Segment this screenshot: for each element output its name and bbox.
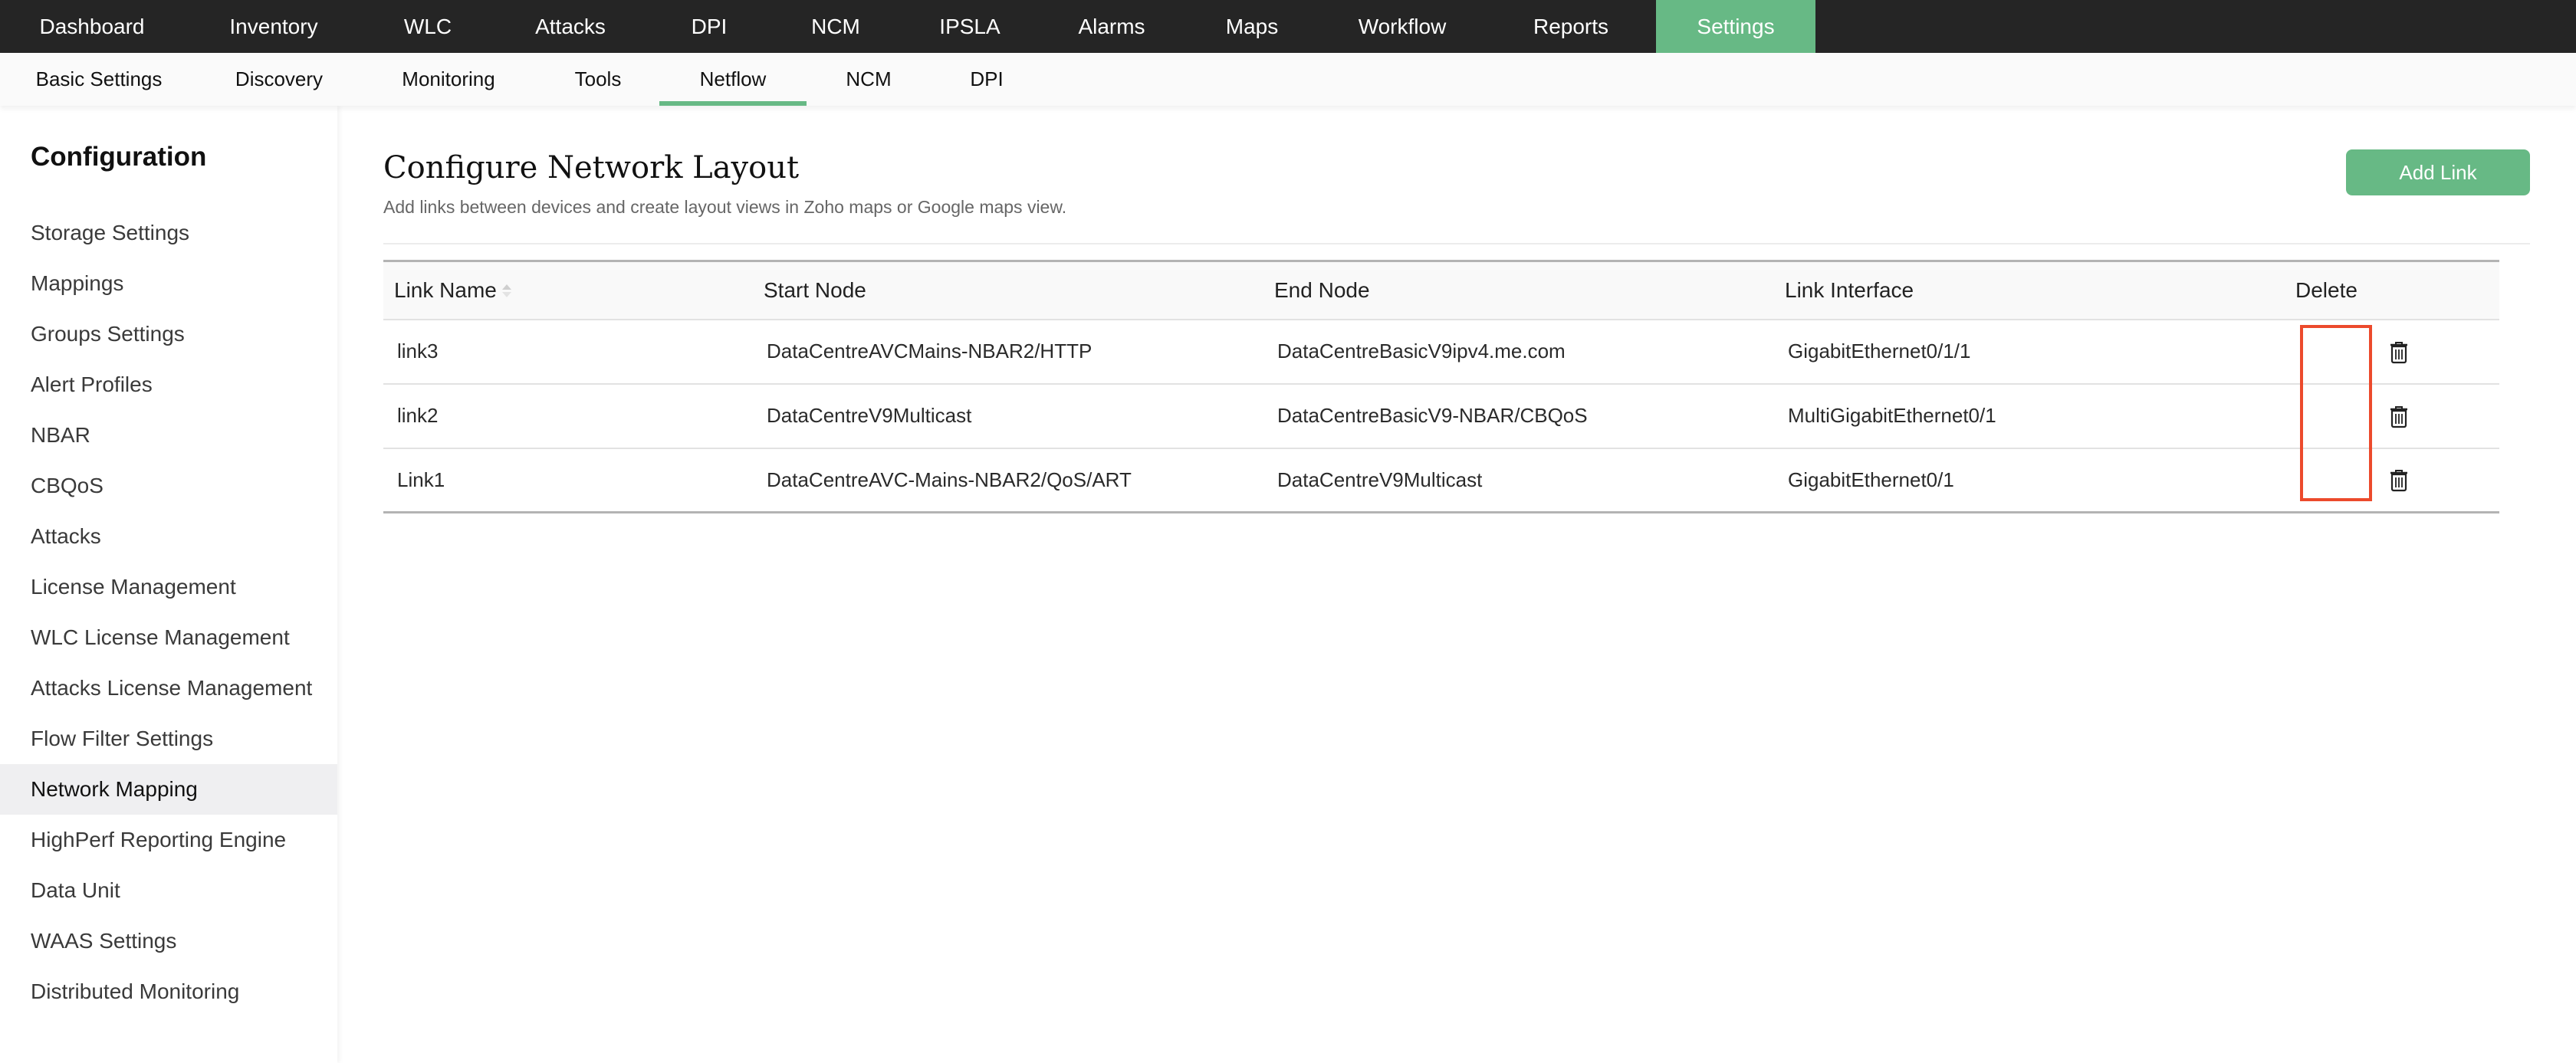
page-description: Add links between devices and create lay… [383,197,1067,217]
trash-icon[interactable] [2389,405,2409,428]
sub-navigation: Basic Settings Discovery Monitoring Tool… [0,53,2576,106]
column-header-label: Link Name [394,277,497,302]
sidebar-item-attacks[interactable]: Attacks [0,511,337,562]
sidebar-item-license-management[interactable]: License Management [0,562,337,612]
table-header-row: Link Name Start Node End Node Link Inter… [383,261,2499,320]
sidebar: Configuration Storage Settings Mappings … [0,106,337,1063]
cell-start-node: DataCentreAVC-Mains-NBAR2/QoS/ART [753,448,1263,513]
sidebar-item-storage-settings[interactable]: Storage Settings [0,208,337,258]
cell-link-interface: MultiGigabitEthernet0/1 [1774,383,2285,449]
nav-tab-maps[interactable]: Maps [1185,0,1319,53]
subnav-tab-tools[interactable]: Tools [537,53,659,106]
links-table: Link Name Start Node End Node Link Inter… [383,260,2499,513]
subnav-tab-dpi[interactable]: DPI [931,53,1043,106]
sidebar-item-mappings[interactable]: Mappings [0,258,337,309]
sidebar-item-cbqos[interactable]: CBQoS [0,461,337,511]
table-row: link2 DataCentreV9Multicast DataCentreBa… [383,383,2499,449]
cell-end-node: DataCentreBasicV9-NBAR/CBQoS [1263,383,1774,449]
nav-tab-reports[interactable]: Reports [1486,0,1656,53]
cell-link-name: Link1 [383,448,753,513]
cell-delete [2285,448,2499,513]
column-header-end-node: End Node [1274,277,1370,302]
sidebar-item-distributed-monitoring[interactable]: Distributed Monitoring [0,966,337,1017]
subnav-tab-monitoring[interactable]: Monitoring [360,53,537,106]
cell-link-name: link3 [383,319,753,385]
nav-tab-dashboard[interactable]: Dashboard [0,0,184,53]
cell-end-node: DataCentreBasicV9ipv4.me.com [1263,319,1774,385]
trash-icon[interactable] [2389,341,2409,364]
cell-link-name: link2 [383,383,753,449]
cell-start-node: DataCentreAVCMains-NBAR2/HTTP [753,319,1263,385]
cell-link-interface: GigabitEthernet0/1/1 [1774,319,2285,385]
nav-tab-dpi[interactable]: DPI [649,0,770,53]
cell-delete [2285,383,2499,449]
sidebar-item-nbar[interactable]: NBAR [0,410,337,461]
table-row: link3 DataCentreAVCMains-NBAR2/HTTP Data… [383,319,2499,385]
sidebar-item-highperf-reporting-engine[interactable]: HighPerf Reporting Engine [0,815,337,865]
add-link-button[interactable]: Add Link [2346,149,2530,195]
header-divider [383,243,2530,244]
table-row: Link1 DataCentreAVC-Mains-NBAR2/QoS/ART … [383,448,2499,513]
sidebar-menu: Storage Settings Mappings Groups Setting… [0,208,337,1017]
sidebar-item-alert-profiles[interactable]: Alert Profiles [0,359,337,410]
sidebar-title: Configuration [31,142,207,172]
trash-icon[interactable] [2389,469,2409,492]
column-header-link-interface: Link Interface [1785,277,1914,302]
nav-tab-ipsla[interactable]: IPSLA [902,0,1038,53]
nav-tab-wlc[interactable]: WLC [363,0,492,53]
sidebar-item-wlc-license-management[interactable]: WLC License Management [0,612,337,663]
column-header-link-name[interactable]: Link Name [383,261,753,320]
sidebar-item-waas-settings[interactable]: WAAS Settings [0,916,337,966]
cell-start-node: DataCentreV9Multicast [753,383,1263,449]
subnav-tab-basic-settings[interactable]: Basic Settings [0,53,198,106]
column-header-start-node: Start Node [764,277,866,302]
sidebar-item-flow-filter-settings[interactable]: Flow Filter Settings [0,714,337,764]
subnav-tab-ncm[interactable]: NCM [807,53,931,106]
main-content: Configure Network Layout Add links betwe… [337,106,2576,1063]
cell-end-node: DataCentreV9Multicast [1263,448,1774,513]
subnav-tab-discovery[interactable]: Discovery [198,53,360,106]
subnav-tab-netflow[interactable]: Netflow [659,53,807,106]
sidebar-item-groups-settings[interactable]: Groups Settings [0,309,337,359]
column-header-delete: Delete [2295,277,2358,302]
nav-tab-settings[interactable]: Settings [1656,0,1815,53]
nav-tab-ncm[interactable]: NCM [770,0,902,53]
top-navigation: Dashboard Inventory WLC Attacks DPI NCM … [0,0,2576,53]
cell-delete [2285,319,2499,385]
cell-link-interface: GigabitEthernet0/1 [1774,448,2285,513]
page-title: Configure Network Layout [383,150,800,185]
nav-tab-workflow[interactable]: Workflow [1319,0,1486,53]
sidebar-item-attacks-license-management[interactable]: Attacks License Management [0,663,337,714]
sort-icon[interactable] [501,284,512,299]
sidebar-item-network-mapping[interactable]: Network Mapping [0,764,337,815]
sidebar-item-data-unit[interactable]: Data Unit [0,865,337,916]
nav-tab-inventory[interactable]: Inventory [184,0,363,53]
nav-tab-alarms[interactable]: Alarms [1038,0,1185,53]
nav-tab-attacks[interactable]: Attacks [492,0,649,53]
